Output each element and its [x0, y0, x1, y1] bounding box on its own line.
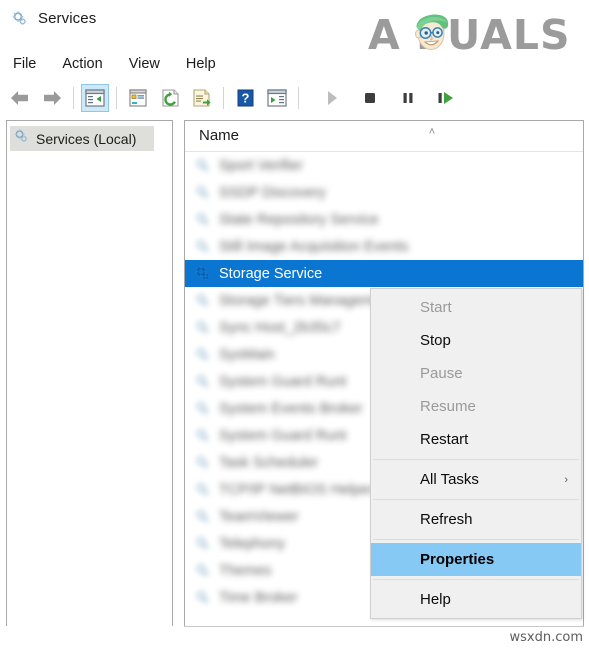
refresh-icon[interactable] — [156, 84, 184, 112]
menu-item-start: Start — [371, 291, 581, 324]
list-item-label: SysMain — [219, 346, 275, 363]
start-service-icon[interactable] — [318, 84, 346, 112]
service-gear-icon — [194, 562, 211, 579]
list-item[interactable]: SSDP Discovery — [185, 179, 583, 206]
svg-text:?: ? — [241, 91, 249, 106]
sidebar-item-services-local[interactable]: Services (Local) — [10, 126, 154, 151]
menu-item-refresh[interactable]: Refresh — [371, 503, 581, 536]
service-gear-icon — [194, 292, 211, 309]
chevron-right-icon: › — [564, 473, 568, 486]
back-arrow-icon[interactable] — [6, 84, 34, 112]
stop-service-icon[interactable] — [356, 84, 384, 112]
menu-item-label: Start — [420, 299, 452, 316]
list-item-selected[interactable]: Storage Service — [185, 260, 583, 287]
list-item[interactable]: Still Image Acquisition Events — [185, 233, 583, 260]
menu-separator — [373, 459, 579, 460]
services-gear-icon — [13, 128, 29, 149]
menubar-item-view[interactable]: View — [127, 54, 162, 74]
menu-item-label: Stop — [420, 332, 451, 349]
export-list-icon[interactable] — [188, 84, 216, 112]
menu-separator — [373, 539, 579, 540]
menu-item-label: Pause — [420, 365, 463, 382]
pause-service-icon[interactable] — [394, 84, 422, 112]
services-gear-icon — [11, 10, 28, 27]
menu-item-label: Resume — [420, 398, 476, 415]
list-item[interactable]: State Repository Service — [185, 206, 583, 233]
list-bottom-border — [184, 626, 584, 627]
service-gear-icon — [194, 454, 211, 471]
service-gear-icon — [194, 238, 211, 255]
toolbar-separator-4 — [298, 87, 299, 109]
watermark: wsxdn.com — [509, 630, 584, 645]
menu-item-label: All Tasks — [420, 471, 479, 488]
pane-splitter[interactable] — [174, 120, 182, 644]
menu-item-label: Help — [420, 591, 451, 608]
service-gear-icon — [194, 481, 211, 498]
list-item-label: TeamViewer — [219, 508, 299, 525]
list-item-label: System Events Broker — [219, 400, 363, 417]
list-column-header: Name ˄ — [185, 121, 583, 152]
list-item-label: Task Scheduler — [219, 454, 319, 471]
menu-item-resume: Resume — [371, 390, 581, 423]
bottom-strip — [0, 626, 589, 648]
properties-window-icon[interactable] — [124, 84, 152, 112]
service-gear-icon — [194, 265, 211, 282]
menubar-item-help[interactable]: Help — [184, 54, 218, 74]
list-item-label: System Guard Runt — [219, 373, 347, 390]
menu-item-label: Properties — [420, 551, 495, 568]
menu-item-pause: Pause — [371, 357, 581, 390]
window-title: Services — [38, 9, 97, 27]
list-item-label: Storage Service — [219, 265, 323, 282]
sidebar-item-label: Services (Local) — [36, 130, 137, 147]
forward-arrow-icon[interactable] — [38, 84, 66, 112]
service-gear-icon — [194, 589, 211, 606]
column-header-name[interactable]: Name — [199, 127, 239, 144]
toolbar-separator-1 — [73, 87, 74, 109]
service-gear-icon — [194, 319, 211, 336]
help-icon[interactable]: ? — [231, 84, 259, 112]
list-item-label: Sync Host_2b35c7 — [219, 319, 341, 336]
console-tree-pane: Services (Local) — [6, 120, 173, 644]
menu-item-label: Refresh — [420, 511, 473, 528]
list-item-label: Sport Verifier — [219, 157, 303, 174]
menu-item-all-tasks[interactable]: All Tasks › — [371, 463, 581, 496]
list-item-label: System Guard Runt — [219, 427, 347, 444]
menu-item-stop[interactable]: Stop — [371, 324, 581, 357]
menu-separator — [373, 579, 579, 580]
service-gear-icon — [194, 157, 211, 174]
menubar-item-file[interactable]: File — [11, 54, 38, 74]
menu-item-label: Restart — [420, 431, 469, 448]
list-item-label: Still Image Acquisition Events — [219, 238, 409, 255]
service-gear-icon — [194, 211, 211, 228]
toolbar-separator-2 — [116, 87, 117, 109]
menubar-item-action[interactable]: Action — [60, 54, 104, 74]
service-gear-icon — [194, 535, 211, 552]
list-item-label: Themes — [219, 562, 272, 579]
menu-item-help[interactable]: Help — [371, 583, 581, 616]
service-gear-icon — [194, 508, 211, 525]
menu-separator — [373, 499, 579, 500]
list-item-label: TCP/IP NetBIOS Helper — [219, 481, 374, 498]
service-gear-icon — [194, 184, 211, 201]
list-item-label: SSDP Discovery — [219, 184, 326, 201]
menubar: File Action View Help — [0, 50, 589, 78]
show-action-pane-icon[interactable] — [263, 84, 291, 112]
list-item-label: Telephony — [219, 535, 286, 552]
menu-item-restart[interactable]: Restart — [371, 423, 581, 456]
context-menu: Start Stop Pause Resume Restart All Tasks › Ref… — [370, 288, 582, 619]
list-item[interactable]: Sport Verifier — [185, 152, 583, 179]
list-item-label: State Repository Service — [219, 211, 379, 228]
service-gear-icon — [194, 427, 211, 444]
list-item-label: Time Broker — [219, 589, 298, 606]
service-gear-icon — [194, 373, 211, 390]
list-item-label: Storage Tiers Management — [219, 292, 394, 309]
service-gear-icon — [194, 346, 211, 363]
toolbar: ? — [0, 80, 589, 117]
service-gear-icon — [194, 400, 211, 417]
toolbar-separator-3 — [223, 87, 224, 109]
chevron-up-icon: ˄ — [428, 126, 436, 138]
menu-item-properties[interactable]: Properties — [371, 543, 581, 576]
restart-service-icon[interactable] — [432, 84, 460, 112]
show-hide-console-tree-icon[interactable] — [81, 84, 109, 112]
